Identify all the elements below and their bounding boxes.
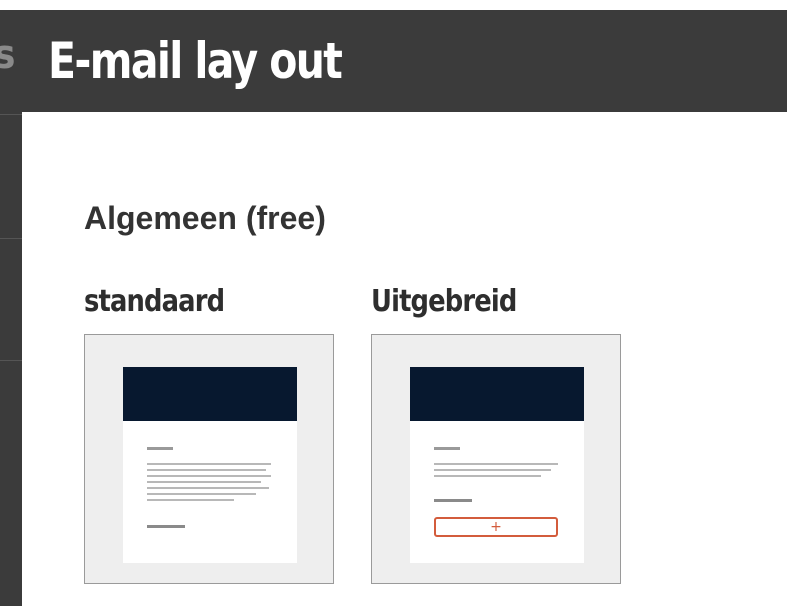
preview-add-block: +	[434, 517, 558, 537]
top-strip	[0, 0, 787, 10]
layout-label-standaard: standaard	[84, 284, 225, 319]
section-title: Algemeen (free)	[84, 200, 326, 236]
preview-signature-line	[147, 525, 185, 528]
layout-option-uitgebreid[interactable]: +	[371, 334, 621, 584]
background-divider	[0, 360, 22, 361]
preview-header-banner	[123, 367, 297, 421]
dialog-header: E-mail lay out	[22, 10, 787, 112]
preview-title-line	[147, 447, 173, 450]
layout-label-uitgebreid: Uitgebreid	[371, 284, 517, 319]
preview-text-lines	[147, 463, 271, 505]
layout-option-standaard[interactable]	[84, 334, 334, 584]
preview-signature-line	[434, 499, 472, 502]
preview-text-lines	[434, 463, 558, 481]
dialog-title: E-mail lay out	[48, 32, 343, 90]
background-panel-letter: s	[0, 32, 16, 78]
background-divider	[0, 114, 22, 115]
layout-preview: +	[410, 367, 584, 563]
plus-icon: +	[490, 519, 502, 535]
layout-preview	[123, 367, 297, 563]
preview-title-line	[434, 447, 460, 450]
background-divider	[0, 238, 22, 239]
background-panel: s	[0, 10, 22, 606]
preview-header-banner	[410, 367, 584, 421]
